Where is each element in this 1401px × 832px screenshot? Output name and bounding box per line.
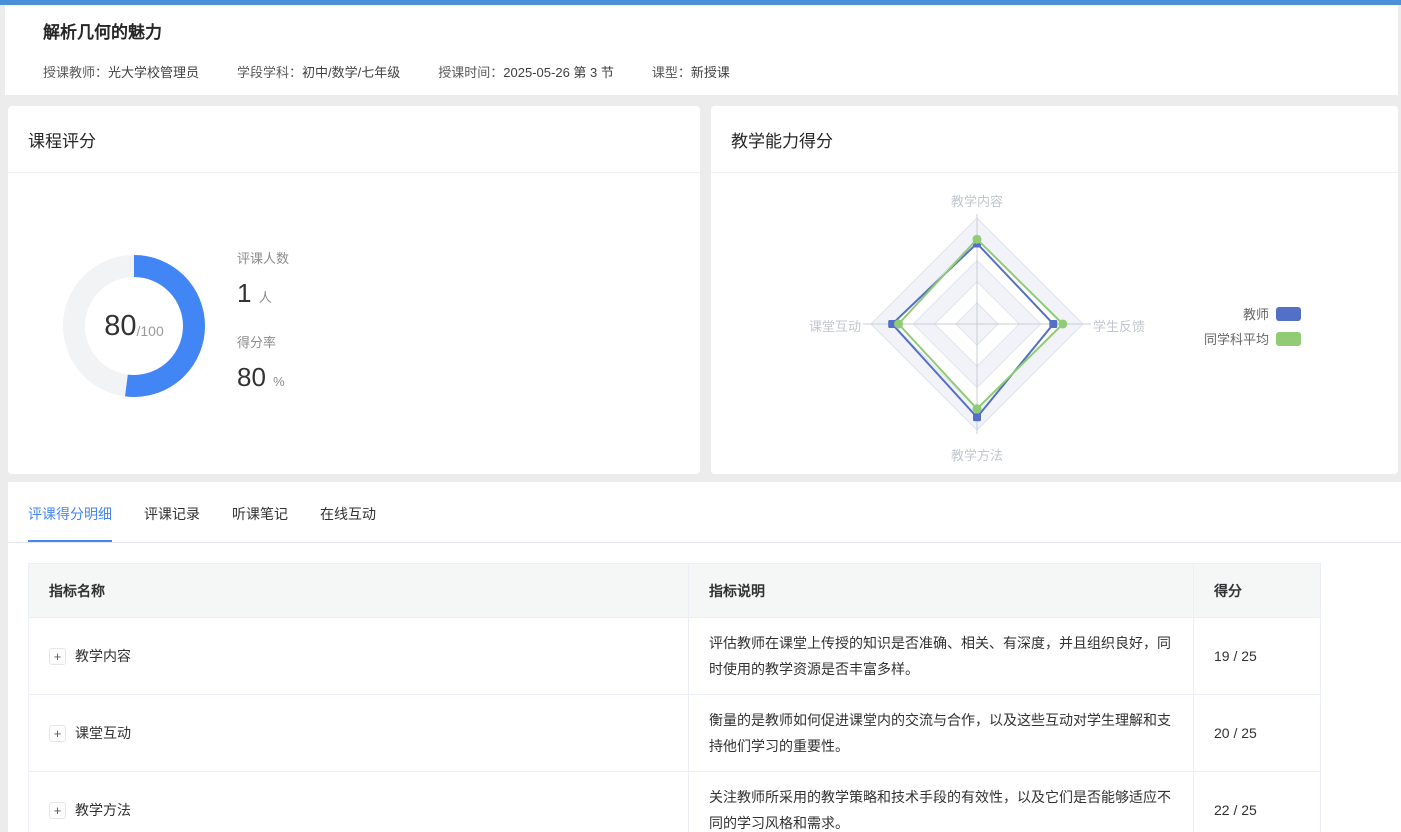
indicator-name: 课堂互动	[75, 723, 131, 743]
meta-course-type: 课型：新授课	[652, 62, 730, 81]
indicator-desc: 关注教师所采用的教学策略和技术手段的有效性，以及它们是否能够适应不同的学习风格和…	[709, 784, 1173, 832]
header-score: 得分	[1194, 564, 1321, 618]
radar-axis-label-top: 教学内容	[951, 191, 1003, 210]
meta-time: 授课时间：2025-05-26 第 3 节	[438, 62, 614, 81]
score-donut-chart: 80/100	[54, 246, 214, 406]
header-indicator-desc: 指标说明	[689, 564, 1194, 618]
score-detail-table: 指标名称 指标说明 得分 + 教学内容 评估教师在课堂上传授的知识是否准确、相关、…	[28, 563, 1321, 832]
expand-icon[interactable]: +	[49, 802, 66, 819]
tab-listening-notes[interactable]: 听课笔记	[232, 504, 288, 542]
radar-axis-label-bottom: 教学方法	[951, 445, 1003, 464]
donut-center-text: 80/100	[54, 246, 214, 406]
legend-item-subject-average[interactable]: 同学科平均	[1091, 326, 1301, 351]
expand-icon[interactable]: +	[49, 725, 66, 742]
score-stats: 评课人数 1 人 得分率 80 %	[237, 248, 289, 416]
page-title: 解析几何的魅力	[43, 18, 1398, 43]
table-row: + 教学内容 评估教师在课堂上传授的知识是否准确、相关、有深度，并且组织良好，同时…	[29, 618, 1321, 695]
score-rate-label: 得分率	[237, 332, 289, 351]
meta-teacher: 授课教师：光大学校管理员	[43, 62, 199, 81]
score-value: 80	[104, 310, 136, 343]
teaching-ability-card-title: 教学能力得分	[711, 106, 1398, 173]
tab-review-records[interactable]: 评课记录	[144, 504, 200, 542]
legend-item-teacher[interactable]: 教师	[1091, 301, 1301, 326]
indicator-desc: 评估教师在课堂上传授的知识是否准确、相关、有深度，并且组织良好，同时使用的教学资…	[709, 630, 1173, 682]
course-meta-row: 授课教师：光大学校管理员 学段学科：初中/数学/七年级 授课时间：2025-05…	[43, 62, 1398, 81]
table-header-row: 指标名称 指标说明 得分	[29, 564, 1321, 618]
course-score-card: 课程评分 80/100 评课人数 1 人 得分率 80 %	[8, 106, 700, 474]
legend-label-subject-average: 同学科平均	[1204, 329, 1269, 348]
indicator-name: 教学方法	[75, 800, 131, 820]
indicator-score: 20 / 25	[1194, 695, 1321, 772]
legend-swatch-teacher	[1276, 307, 1301, 321]
radar-axis-label-left: 课堂互动	[809, 316, 861, 335]
tab-online-interaction[interactable]: 在线互动	[320, 504, 376, 542]
header-indicator-name: 指标名称	[29, 564, 689, 618]
indicator-desc: 衡量的是教师如何促进课堂内的交流与合作，以及这些互动对学生理解和支持他们学习的重…	[709, 707, 1173, 759]
meta-grade-subject: 学段学科：初中/数学/七年级	[237, 62, 400, 81]
course-header: 解析几何的魅力 授课教师：光大学校管理员 学段学科：初中/数学/七年级 授课时间…	[5, 5, 1398, 95]
indicator-name: 教学内容	[75, 646, 131, 666]
course-score-card-title: 课程评分	[8, 106, 700, 173]
indicator-score: 22 / 25	[1194, 772, 1321, 832]
expand-icon[interactable]: +	[49, 648, 66, 665]
score-max: /100	[137, 323, 164, 339]
table-row: + 教学方法 关注教师所采用的教学策略和技术手段的有效性，以及它们是否能够适应不同…	[29, 772, 1321, 832]
table-row: + 课堂互动 衡量的是教师如何促进课堂内的交流与合作，以及这些互动对学生理解和支持…	[29, 695, 1321, 772]
detail-section: 评课得分明细 评课记录 听课笔记 在线互动 指标名称 指标说明 得分 + 教学内容…	[8, 482, 1401, 832]
detail-tabs: 评课得分明细 评课记录 听课笔记 在线互动	[8, 482, 1401, 543]
legend-label-teacher: 教师	[1243, 304, 1269, 323]
tab-score-detail[interactable]: 评课得分明细	[28, 504, 112, 542]
indicator-score: 19 / 25	[1194, 618, 1321, 695]
reviewer-count-label: 评课人数	[237, 248, 289, 267]
score-rate-value: 80 %	[237, 362, 289, 393]
reviewer-count-value: 1 人	[237, 278, 289, 309]
legend-swatch-subject-average	[1276, 332, 1301, 346]
radar-legend: 教师 同学科平均	[1091, 301, 1301, 351]
teaching-ability-card: 教学能力得分 教学内容 学生反馈 教学方法 课堂互动 教师 同学科平均	[711, 106, 1398, 474]
